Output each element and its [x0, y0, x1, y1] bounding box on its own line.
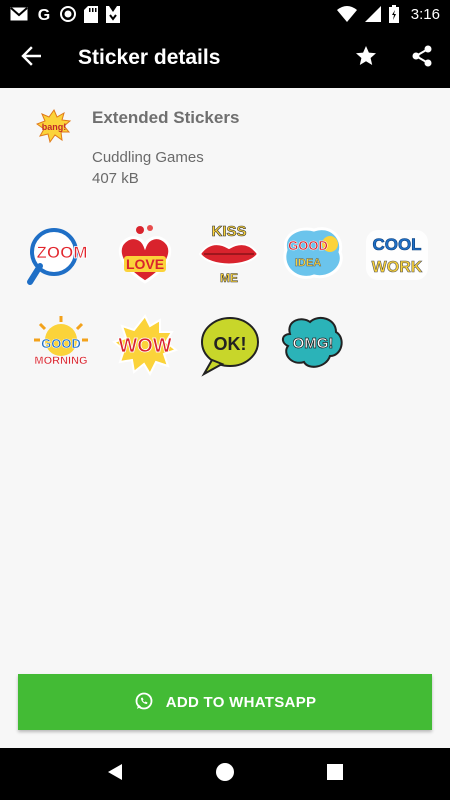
system-nav-bar — [0, 748, 450, 800]
back-button[interactable] — [0, 28, 62, 88]
sticker-ok-text: OK! — [214, 334, 247, 354]
sticker-love-text: LOVE — [126, 256, 164, 272]
nav-recents-button[interactable] — [305, 748, 365, 800]
add-to-whatsapp-label: ADD TO WHATSAPP — [165, 693, 317, 711]
star-icon — [354, 44, 378, 73]
sticker-good-morning-top: GOOD — [41, 336, 81, 351]
google-icon: G — [36, 6, 52, 22]
sticker-idea-text: IDEA — [295, 257, 321, 269]
sticker-cool-work[interactable]: COOL WORK — [362, 220, 432, 290]
pack-tray-icon: bang! — [35, 108, 72, 144]
recents-square-icon — [327, 763, 343, 785]
sticker-wow[interactable]: WOW — [110, 310, 180, 380]
whatsapp-icon — [134, 691, 154, 714]
status-time: 3:16 — [410, 5, 440, 23]
arrow-back-icon — [21, 45, 42, 71]
app-bar: Sticker details — [0, 28, 450, 88]
sticker-cool-text: COOL — [372, 235, 421, 254]
home-circle-icon — [215, 762, 235, 787]
sticker-wow-text: WOW — [118, 335, 171, 357]
status-left-icons: G — [10, 5, 120, 23]
gmail-icon — [10, 7, 28, 21]
add-to-whatsapp-button[interactable]: ADD TO WHATSAPP — [18, 674, 432, 730]
tray-text: bang! — [42, 122, 67, 132]
sticker-zoom[interactable]: ZOOM — [26, 220, 96, 290]
sticker-pack-details: bang! Extended Stickers Cuddling Games 4… — [0, 88, 450, 748]
sticker-work-text: WORK — [372, 259, 423, 276]
nav-back-button[interactable] — [85, 748, 145, 800]
sticker-kiss-text: KISS — [211, 223, 246, 240]
sticker-zoom-text: ZOOM — [37, 243, 88, 262]
sd-card-icon — [84, 5, 98, 23]
pack-header: bang! Extended Stickers Cuddling Games 4… — [0, 88, 450, 198]
wifi-icon — [336, 6, 357, 22]
share-button[interactable] — [394, 28, 450, 88]
sticker-me-text: ME — [220, 271, 238, 285]
sticker-omg[interactable]: OMG! — [278, 310, 348, 380]
sticker-love[interactable]: LOVE — [110, 220, 180, 290]
sticker-good-idea[interactable]: GOOD IDEA — [278, 220, 348, 290]
sticker-ok[interactable]: OK! — [194, 310, 264, 380]
circle-record-icon — [60, 6, 76, 22]
svg-text:G: G — [38, 7, 50, 22]
sticker-good-text: GOOD — [288, 238, 328, 253]
back-triangle-icon — [107, 763, 123, 786]
signal-icon — [364, 6, 381, 22]
favorite-button[interactable] — [338, 28, 394, 88]
sticker-good-morning[interactable]: GOOD MORNING — [26, 310, 96, 380]
share-icon — [410, 44, 434, 73]
nav-home-button[interactable] — [195, 748, 255, 800]
pack-publisher: Cuddling Games — [92, 149, 204, 166]
sticker-good-morning-bottom: MORNING — [34, 355, 87, 367]
status-right-icons: 3:16 — [336, 5, 440, 23]
status-bar: G 3:16 — [0, 0, 450, 28]
page-title: Sticker details — [78, 46, 221, 69]
pack-title: Extended Stickers — [92, 108, 240, 127]
battery-icon — [388, 5, 399, 23]
pack-size: 407 kB — [92, 170, 139, 187]
sticker-kiss-me[interactable]: KISS ME — [194, 220, 264, 290]
sticker-omg-text: OMG! — [293, 335, 334, 352]
download-icon — [106, 5, 120, 23]
